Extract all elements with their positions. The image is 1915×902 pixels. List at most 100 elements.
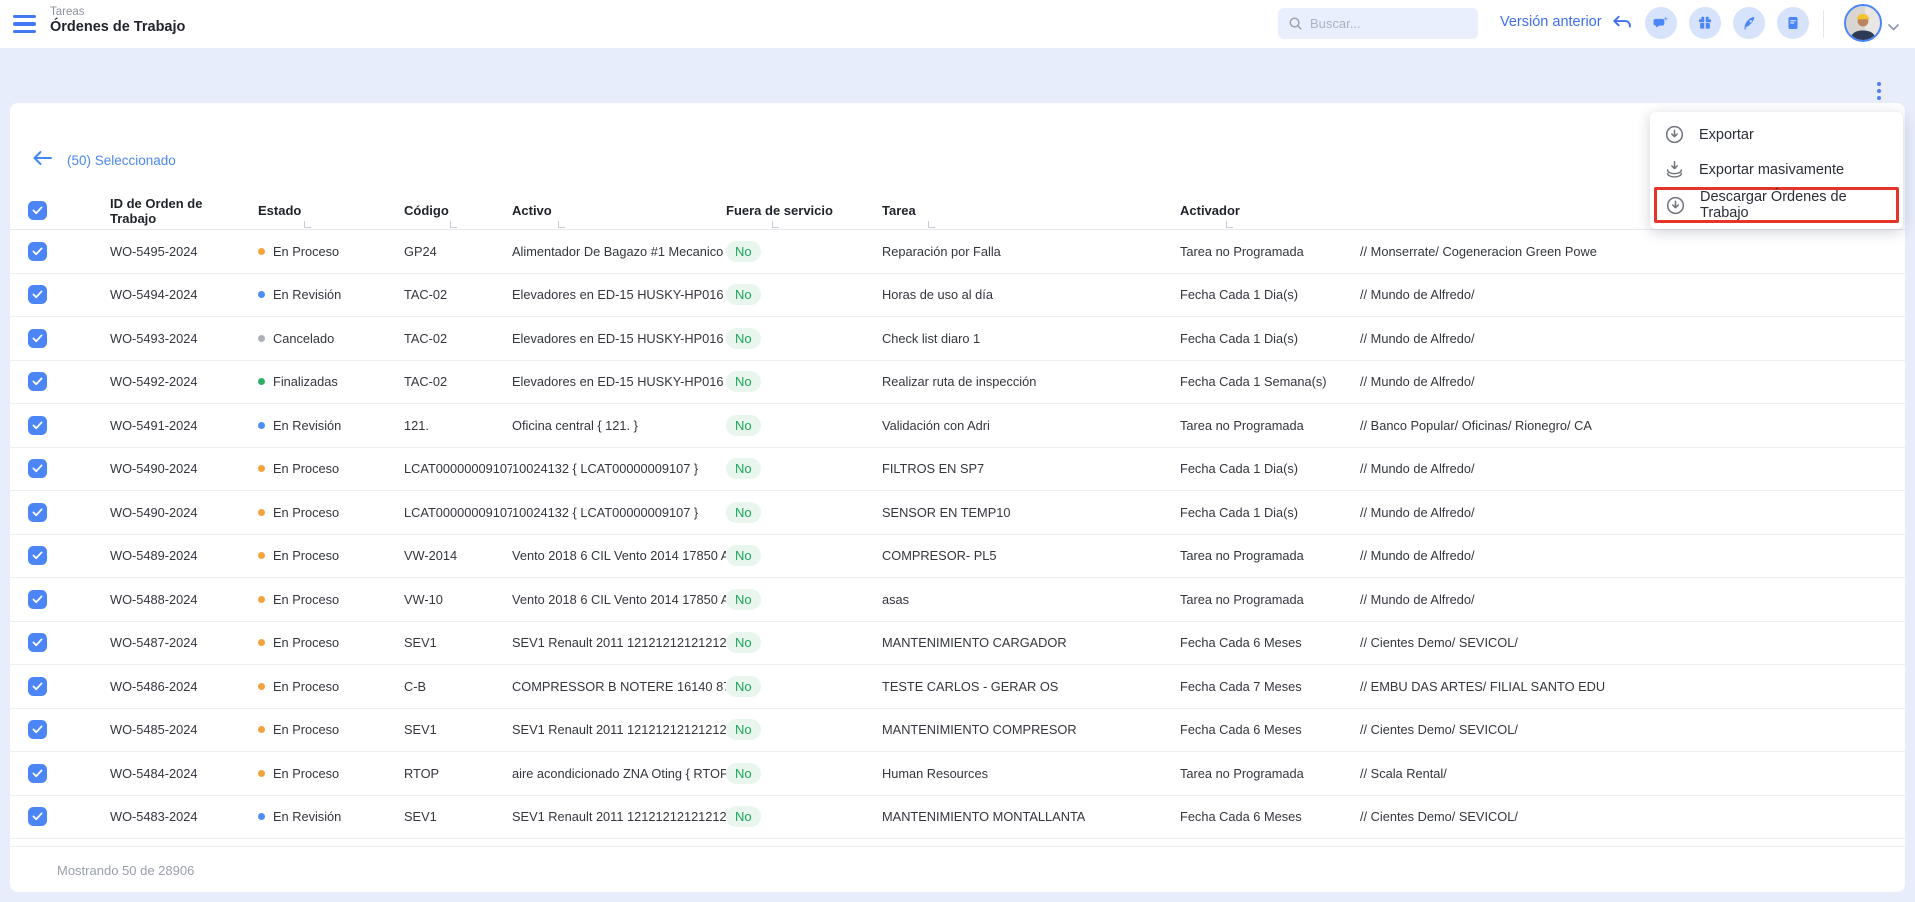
column-header[interactable]: Tarea [882,192,1180,229]
row-checkbox[interactable] [28,807,47,826]
back-arrow-icon[interactable] [31,149,53,172]
table-row[interactable]: WO-5495-2024 En Proceso GP24 Alimentador… [10,230,1905,274]
out-of-service-cell: No [726,284,882,305]
row-checkbox[interactable] [28,503,47,522]
out-of-service-cell: No [726,676,882,697]
status-dot [258,683,265,690]
status-cell: En Proceso [258,505,404,520]
status-dot [258,465,265,472]
table-row[interactable]: WO-5493-2024 Cancelado TAC-02 Elevadores… [10,317,1905,361]
page-title: Órdenes de Trabajo [50,19,185,35]
out-of-service-badge: No [726,284,761,305]
code-cell: C-B [404,679,512,694]
column-header[interactable]: ID de Orden de Trabajo [110,192,258,229]
status-label: En Revisión [273,287,341,302]
out-of-service-cell: No [726,719,882,740]
task-cell: MANTENIMIENTO MONTALLANTA [882,809,1180,824]
download-multiple-icon [1664,159,1685,180]
table-row[interactable]: WO-5484-2024 En Proceso RTOP aire acondi… [10,752,1905,796]
table-row[interactable]: WO-5491-2024 En Revisión 121. Oficina ce… [10,404,1905,448]
work-order-id: WO-5483-2024 [110,809,258,824]
menu-item-exportar[interactable]: Exportar [1650,117,1903,152]
column-header[interactable]: Activador [1180,192,1360,229]
avatar[interactable] [1843,3,1883,43]
download-circle-icon [1664,124,1685,145]
column-header[interactable]: Estado [258,192,404,229]
status-dot [258,596,265,603]
row-checkbox[interactable] [28,285,47,304]
row-checkbox[interactable] [28,633,47,652]
hamburger-menu-icon[interactable] [13,13,36,35]
gift-button[interactable] [1689,7,1721,39]
row-checkbox-cell [10,242,110,261]
out-of-service-cell: No [726,371,882,392]
code-cell: SEV1 [404,635,512,650]
trigger-cell: Tarea no Programada [1180,592,1360,607]
table-row[interactable]: WO-5490-2024 En Proceso LCAT00000009107 … [10,491,1905,535]
table-row[interactable]: WO-5487-2024 En Proceso SEV1 SEV1 Renaul… [10,622,1905,666]
location-cell: // Mundo de Alfredo/ [1360,331,1905,346]
rocket-icon [1740,14,1758,32]
docs-button[interactable] [1777,7,1809,39]
status-dot [258,248,265,255]
row-checkbox[interactable] [28,764,47,783]
work-order-id: WO-5494-2024 [110,287,258,302]
column-header[interactable]: Activo [512,192,726,229]
code-cell: TAC-02 [404,331,512,346]
search-input[interactable] [1310,16,1460,31]
table-row[interactable]: WO-5485-2024 En Proceso SEV1 SEV1 Renaul… [10,709,1905,753]
row-checkbox[interactable] [28,720,47,739]
out-of-service-cell: No [726,241,882,262]
status-cell: En Proceso [258,548,404,563]
row-checkbox[interactable] [28,590,47,609]
location-cell: // Mundo de Alfredo/ [1360,374,1905,389]
status-label: En Proceso [273,461,339,476]
row-checkbox-cell [10,372,110,391]
trigger-cell: Tarea no Programada [1180,766,1360,781]
row-checkbox[interactable] [28,329,47,348]
status-label: En Proceso [273,722,339,737]
out-of-service-cell: No [726,502,882,523]
selected-count[interactable]: (50) Seleccionado [67,153,176,168]
table-row[interactable]: WO-5488-2024 En Proceso VW-10 Vento 2018… [10,578,1905,622]
table-row[interactable]: WO-5492-2024 Finalizadas TAC-02 Elevador… [10,361,1905,405]
column-header[interactable]: Fuera de servicio [726,192,882,229]
row-checkbox[interactable] [28,677,47,696]
trigger-cell: Tarea no Programada [1180,548,1360,563]
chevron-down-icon[interactable] [1888,18,1899,36]
row-checkbox[interactable] [28,546,47,565]
rocket-button[interactable] [1733,7,1765,39]
task-cell: Validación con Adri [882,418,1180,433]
more-options-button[interactable] [1869,78,1889,104]
out-of-service-cell: No [726,415,882,436]
previous-version-link[interactable]: Versión anterior [1500,13,1632,31]
table-row[interactable]: WO-5494-2024 En Revisión TAC-02 Elevador… [10,274,1905,318]
search-box[interactable] [1278,8,1478,39]
asset-cell: COMPRESSOR B NOTERE 16140 8754870 { ... [512,679,726,694]
asset-cell: Alimentador De Bagazo #1 Mecanico Prueb.… [512,244,726,259]
status-dot [258,770,265,777]
row-checkbox[interactable] [28,242,47,261]
work-orders-card: (50) Seleccionado ID de Orden de Trabajo… [10,103,1905,892]
row-checkbox[interactable] [28,372,47,391]
title-block: Tareas Órdenes de Trabajo [50,6,185,35]
chat-sparkle-button[interactable] [1645,7,1677,39]
work-order-id: WO-5490-2024 [110,461,258,476]
code-cell: LCAT00000009107 [404,461,512,476]
code-cell: TAC-02 [404,374,512,389]
code-cell: SEV1 [404,722,512,737]
table-row[interactable]: WO-5486-2024 En Proceso C-B COMPRESSOR B… [10,665,1905,709]
code-cell: TAC-02 [404,287,512,302]
select-all-checkbox[interactable] [28,201,47,220]
table-row[interactable]: WO-5483-2024 En Revisión SEV1 SEV1 Renau… [10,796,1905,840]
status-dot [258,552,265,559]
table-row[interactable]: WO-5490-2024 En Proceso LCAT00000009107 … [10,448,1905,492]
column-header[interactable]: Código [404,192,512,229]
code-cell: GP24 [404,244,512,259]
out-of-service-badge: No [726,415,761,436]
table-row[interactable]: WO-5489-2024 En Proceso VW-2014 Vento 20… [10,535,1905,579]
menu-item-exportar-masivamente[interactable]: Exportar masivamente [1650,152,1903,187]
menu-item-descargar-ordenes[interactable]: Descargar Órdenes de Trabajo [1654,187,1899,223]
row-checkbox[interactable] [28,416,47,435]
row-checkbox[interactable] [28,459,47,478]
